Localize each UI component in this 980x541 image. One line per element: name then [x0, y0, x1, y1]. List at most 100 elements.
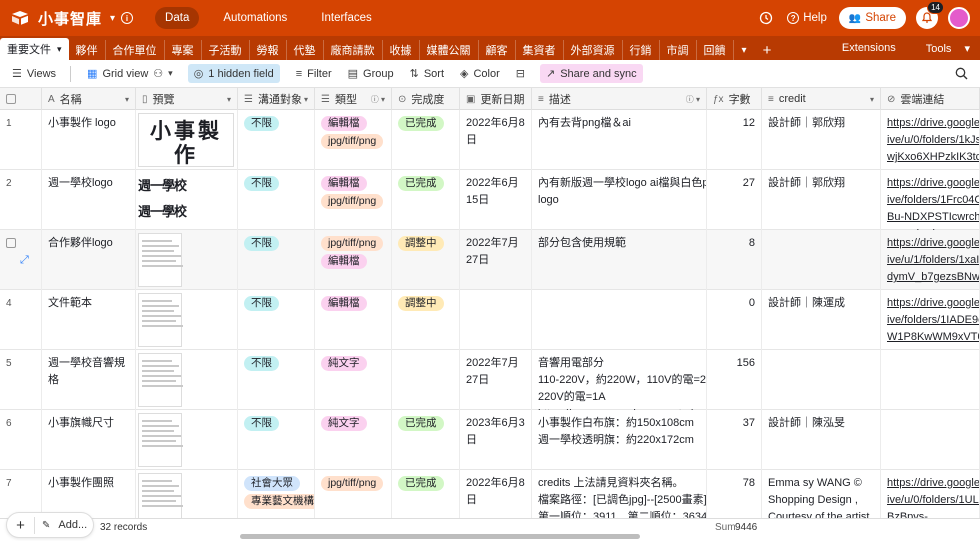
table-row[interactable]: 5 週一學校音響規格 不限 純文字 2022年7月27日 音響用電部分 110-220V，約…	[0, 350, 980, 410]
drive-link[interactable]: https://drive.google.com	[887, 235, 979, 252]
cell-num[interactable]: 5	[0, 350, 42, 410]
drive-link[interactable]: ive/u/1/folders/1xaIi3LP	[887, 252, 979, 269]
info-chevron-icon[interactable]: ⓘ ▾	[371, 94, 385, 105]
table-tab[interactable]: 集資者	[516, 40, 564, 60]
cell-audience[interactable]: 社會大眾 專業藝文機構	[238, 470, 315, 518]
cell-name[interactable]: 文件範本	[42, 290, 136, 350]
table-tab[interactable]: 媒體公關	[420, 40, 479, 60]
cell-desc[interactable]: 音響用電部分 110-220V，約220W，110V的電=2A， 220V的電=1A…	[532, 350, 707, 410]
chevron-down-icon[interactable]: ▾	[125, 95, 129, 104]
views-button[interactable]: ☰ Views	[12, 67, 56, 81]
drive-link[interactable]: Bu-NDXPSTIcwrchINfi	[887, 209, 979, 226]
cell-credit[interactable]	[762, 350, 881, 410]
checkbox[interactable]	[6, 94, 16, 104]
add-record-button[interactable]: + ✎ Add...	[6, 512, 94, 538]
preview-thumbnail[interactable]	[138, 233, 183, 287]
table-tab[interactable]: 收據	[383, 40, 420, 60]
cell-credit[interactable]: 設計師｜陳泓旻	[762, 410, 881, 470]
table-tab[interactable]: 專案	[165, 40, 202, 60]
column-header-credit[interactable]: ≡ credit ▾	[762, 88, 881, 110]
cell-count[interactable]: 8	[707, 230, 762, 290]
share-button[interactable]: 👥 Share	[838, 7, 906, 29]
drive-link[interactable]: ive/u/0/folders/1kJsYP	[887, 132, 979, 149]
cell-link[interactable]: https://drive.google.comive/folders/1IAD…	[881, 290, 980, 350]
hide-fields-button[interactable]: ◎ 1 hidden field	[187, 64, 280, 83]
drive-link[interactable]: dymV_b7gezsBNwispZ	[887, 269, 979, 286]
cell-preview[interactable]: 小事製作Les Petites Choses Production	[136, 110, 238, 170]
table-tab[interactable]: 代墊	[287, 40, 324, 60]
column-header-count[interactable]: ƒx 字數	[707, 88, 762, 110]
sort-button[interactable]: ⇅ Sort	[410, 67, 444, 81]
cell-date[interactable]: 2022年6月15日	[460, 170, 532, 230]
filter-button[interactable]: ≡ Filter	[296, 68, 332, 80]
column-header-link[interactable]: ⊘ 雲端連結	[881, 88, 980, 110]
cell-credit[interactable]	[762, 230, 881, 290]
cell-count[interactable]: 37	[707, 410, 762, 470]
column-header-type[interactable]: ☰ 類型 ⓘ ▾	[315, 88, 392, 110]
cell-credit[interactable]: 設計師｜郭欣翔	[762, 170, 881, 230]
chevron-down-icon[interactable]: ▾	[870, 95, 874, 104]
cell-num[interactable]: ⤢	[0, 230, 42, 290]
cell-audience[interactable]: 不限	[238, 350, 315, 410]
cell-audience[interactable]: 不限	[238, 410, 315, 470]
cell-num[interactable]: 6	[0, 410, 42, 470]
help-button[interactable]: ? Help	[787, 12, 827, 24]
base-title[interactable]: 小事智庫	[38, 8, 102, 29]
cell-desc[interactable]: credits 上法請見資料夾名稱。 檔案路徑：[已調色jpg]--[2500畫素…	[532, 470, 707, 518]
cell-types[interactable]: jpg/tiff/png 編輯檔	[315, 230, 392, 290]
cell-name[interactable]: 合作夥伴logo	[42, 230, 136, 290]
column-header-audience[interactable]: ☰ 溝通對象 ▾	[238, 88, 315, 110]
table-tab[interactable]: 市調	[660, 40, 697, 60]
cell-desc[interactable]: 內有去背png檔＆ai	[532, 110, 707, 170]
cell-credit[interactable]: 設計師｜郭欣翔	[762, 110, 881, 170]
info-chevron-icon[interactable]: ⓘ ▾	[686, 94, 700, 105]
column-header-description[interactable]: ≡ 描述 ⓘ ▾	[532, 88, 707, 110]
cell-status[interactable]: 調整中	[392, 290, 460, 350]
cell-preview[interactable]	[136, 350, 238, 410]
cell-num[interactable]: 2	[0, 170, 42, 230]
preview-thumbnail[interactable]: 小事製作Les Petites Choses Production	[138, 113, 234, 167]
drive-link[interactable]: https://drive.google.com	[887, 475, 979, 492]
cell-status[interactable]: 已完成	[392, 170, 460, 230]
chevron-down-icon[interactable]: ▾	[304, 95, 308, 104]
cell-types[interactable]: 編輯檔 jpg/tiff/png	[315, 110, 392, 170]
airtable-logo-icon[interactable]	[12, 11, 28, 25]
nav-tab-automations[interactable]: Automations	[213, 7, 297, 29]
table-tab[interactable]: 勞報	[250, 40, 287, 60]
cell-desc[interactable]: 小事製作白布旗：約150x108cm 週一學校透明旗：約220x172cm	[532, 410, 707, 470]
more-tables-chevron-icon[interactable]: ▾	[734, 40, 755, 60]
cell-link[interactable]: https://drive.google.comive/u/0/folders/…	[881, 470, 980, 518]
cell-desc[interactable]: 部分包含使用規範	[532, 230, 707, 290]
preview-thumbnail[interactable]	[138, 293, 183, 347]
cell-date[interactable]: 2022年6月8日	[460, 110, 532, 170]
table-row[interactable]: 4 文件範本 不限 編輯檔 調整中 0 設計師｜陳運成 https://drive.googl…	[0, 290, 980, 350]
cell-date[interactable]: 2023年6月3日	[460, 410, 532, 470]
cell-audience[interactable]: 不限	[238, 290, 315, 350]
table-tab[interactable]: 夥伴	[69, 40, 106, 60]
preview-thumbnail[interactable]	[138, 353, 183, 407]
cell-status[interactable]	[392, 350, 460, 410]
cell-num[interactable]: 1	[0, 110, 42, 170]
cell-audience[interactable]: 不限	[238, 110, 315, 170]
cell-count[interactable]: 12	[707, 110, 762, 170]
cell-desc[interactable]: 內有新版週一學校logo ai檔與白色png logo	[532, 170, 707, 230]
nav-tab-interfaces[interactable]: Interfaces	[311, 7, 382, 29]
chevron-down-icon[interactable]: ▾	[227, 95, 231, 104]
cell-types[interactable]: 編輯檔	[315, 290, 392, 350]
cell-preview[interactable]	[136, 290, 238, 350]
notifications-button[interactable]: 14	[916, 1, 944, 29]
preview-thumbnail[interactable]: 週一學校 週一學校	[138, 173, 190, 227]
table-row[interactable]: 6 小事旗幟尺寸 不限 純文字 已完成 2023年6月3日 小事製作白布旗：約150x108…	[0, 410, 980, 470]
tools-button[interactable]: Tools ▾	[906, 42, 980, 55]
cell-name[interactable]: 小事製作 logo	[42, 110, 136, 170]
table-tab[interactable]: 子活動	[202, 40, 250, 60]
drive-link[interactable]: ive/folders/1Frc04CT	[887, 192, 979, 209]
table-tab[interactable]: 合作單位	[106, 40, 165, 60]
cell-num[interactable]: 7	[0, 470, 42, 518]
table-tab[interactable]: 顧客	[479, 40, 516, 60]
table-row[interactable]: 2 週一學校logo 週一學校 週一學校 不限 編輯檔 jpg/tiff/png 已完成 202…	[0, 170, 980, 230]
cell-status[interactable]: 調整中	[392, 230, 460, 290]
user-avatar[interactable]	[948, 7, 970, 29]
cell-types[interactable]: 編輯檔 jpg/tiff/png	[315, 170, 392, 230]
share-sync-button[interactable]: ↗ Share and sync	[540, 64, 643, 83]
